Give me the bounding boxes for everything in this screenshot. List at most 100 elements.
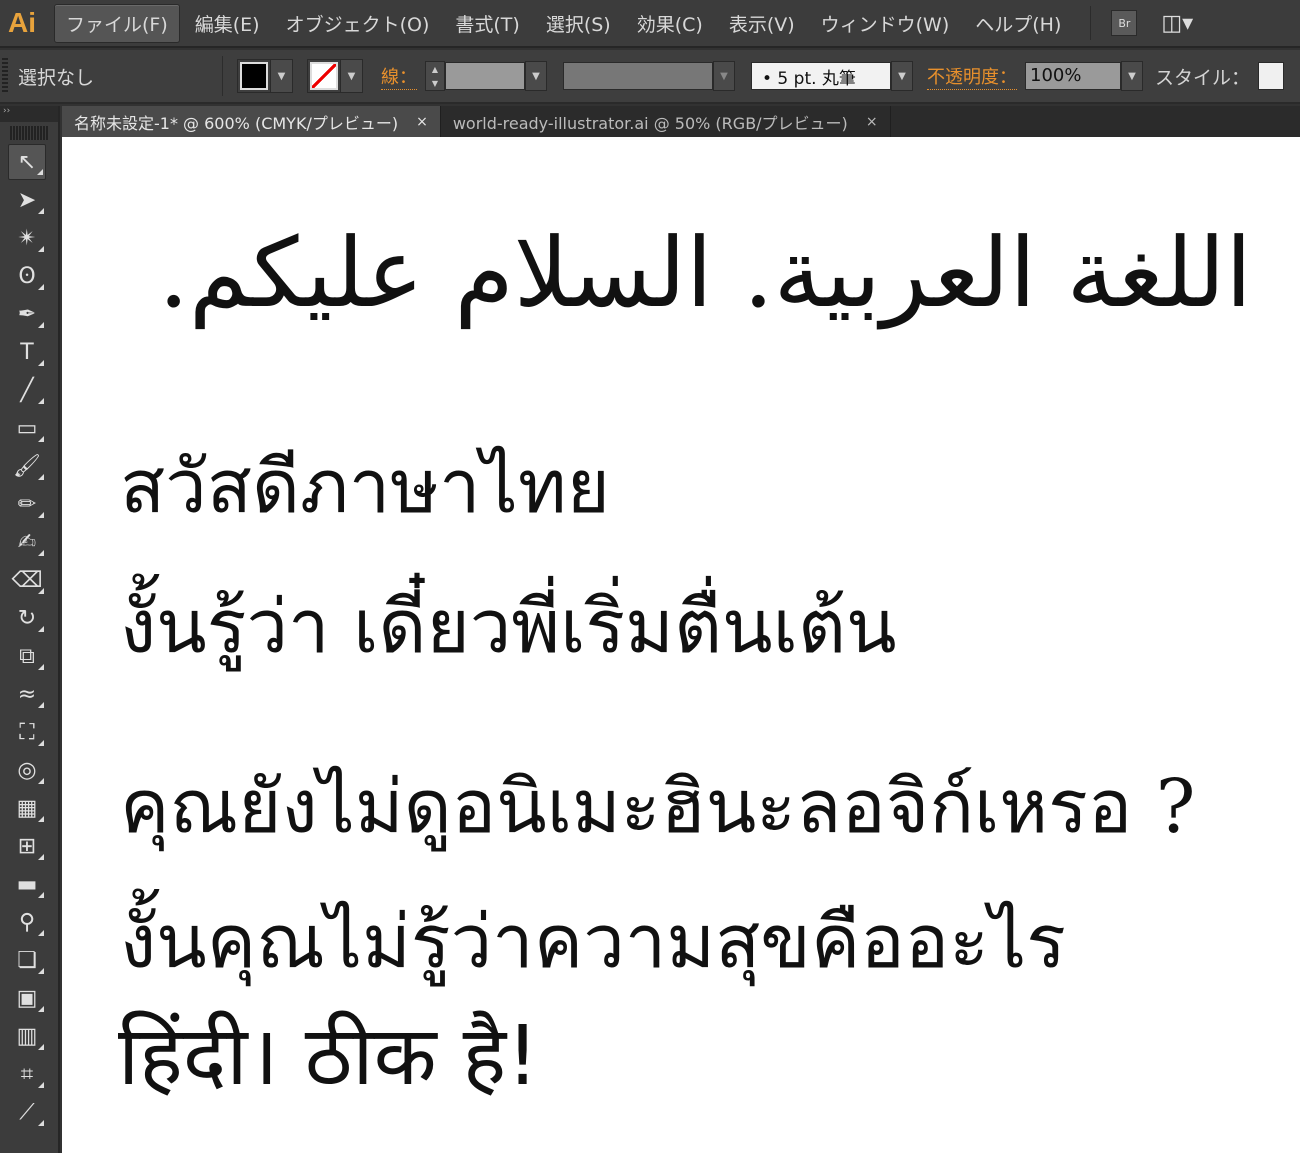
tab-untitled-1[interactable]: 名称未設定-1* @ 600% (CMYK/プレビュー) ×	[62, 106, 441, 137]
magic-wand-icon: ✴	[17, 225, 37, 251]
paintbrush-icon: 🖌	[13, 453, 41, 479]
type-tool-button[interactable]: T	[8, 334, 46, 370]
warp-tool-button[interactable]: ≈	[8, 676, 46, 712]
fill-color-picker[interactable]: ▼	[237, 59, 293, 93]
mesh-tool-button[interactable]: ⊞	[8, 828, 46, 864]
chevron-down-icon: ▼	[713, 61, 735, 91]
fill-swatch[interactable]	[240, 62, 268, 90]
pencil-tool-button[interactable]: ✏	[8, 486, 46, 522]
rectangle-icon: ▭	[16, 415, 38, 441]
perspective-grid-tool-button[interactable]: ▦	[8, 790, 46, 826]
workspace-switcher-icon[interactable]: ◫▾	[1161, 11, 1193, 36]
chevron-down-icon[interactable]: ▼	[525, 61, 547, 91]
artboard-tool-button[interactable]: ⌗	[8, 1056, 46, 1092]
blend-tool-button[interactable]: ❏	[8, 942, 46, 978]
menu-edit[interactable]: 編集(E)	[184, 5, 271, 42]
direct-selection-tool-button[interactable]: ➤	[8, 182, 46, 218]
line-icon: ╱	[20, 377, 34, 403]
thai-text-line-4[interactable]: งั้นคุณไม่รู้ว่าความสุขคืออะไร	[120, 882, 1066, 1000]
tools-panel: ›› ↖ ➤ ✴ ʘ ✒ T ╱ ▭ 🖌 ✏ ✍ ⌫ ↻ ⧉ ≈ ⛶ ◎ ▦ ⊞ ▬ ⚲ ❏ ▣ ▥ ⌗ ⟋	[0, 106, 60, 1153]
variable-width-profile[interactable]	[563, 62, 713, 90]
eraser-icon: ⌫	[11, 567, 43, 593]
symbol-sprayer-icon: ▣	[16, 985, 38, 1011]
column-graph-tool-button[interactable]: ▥	[8, 1018, 46, 1054]
menu-type[interactable]: 書式(T)	[444, 5, 530, 42]
menu-window[interactable]: ウィンドウ(W)	[810, 5, 961, 42]
perspective-grid-icon: ▦	[16, 795, 38, 821]
stroke-weight-stepper[interactable]: ▲ ▼	[425, 61, 445, 91]
close-icon[interactable]: ×	[416, 114, 428, 130]
column-graph-icon: ▥	[16, 1023, 38, 1049]
menu-file[interactable]: ファイル(F)	[54, 3, 180, 43]
lasso-icon: ʘ	[18, 263, 36, 289]
pen-tool-button[interactable]: ✒	[8, 296, 46, 332]
bridge-button[interactable]: Br	[1111, 10, 1138, 36]
free-transform-tool-button[interactable]: ⛶	[8, 714, 46, 750]
selection-tool-button[interactable]: ↖	[8, 144, 46, 180]
style-swatch[interactable]	[1258, 62, 1285, 90]
shape-builder-tool-button[interactable]: ◎	[8, 752, 46, 788]
chevron-down-icon[interactable]: ▼	[1121, 61, 1143, 91]
symbol-sprayer-tool-button[interactable]: ▣	[8, 980, 46, 1016]
stroke-color-picker[interactable]: ▼	[307, 59, 363, 93]
menu-divider	[1090, 6, 1092, 40]
tab-label: world-ready-illustrator.ai @ 50% (RGB/プレ…	[452, 113, 848, 133]
selection-status: 選択なし	[8, 56, 223, 96]
menu-select[interactable]: 選択(S)	[535, 5, 622, 42]
thai-text-line-3[interactable]: คุณยังไม่ดูอนิเมะฮินะลอจิก์เหรอ ?	[120, 747, 1195, 865]
chevron-down-icon[interactable]: ▼	[340, 60, 362, 92]
opacity-input[interactable]: 100%	[1025, 62, 1121, 90]
scale-tool-button[interactable]: ⧉	[8, 638, 46, 674]
app-logo: Ai	[8, 7, 36, 38]
chevron-down-icon[interactable]: ▼	[891, 61, 913, 91]
panel-grip[interactable]	[10, 126, 48, 140]
brush-definition[interactable]: • 5 pt. 丸筆	[751, 62, 891, 90]
hindi-text[interactable]: हिंदी। ठीक है!	[118, 997, 539, 1109]
menu-bar: Ai ファイル(F) 編集(E) オブジェクト(O) 書式(T) 選択(S) 効…	[0, 0, 1300, 48]
type-icon: T	[20, 339, 34, 365]
chevron-down-icon[interactable]: ▼	[270, 60, 292, 92]
slice-icon: ⟋	[19, 1099, 35, 1125]
lasso-tool-button[interactable]: ʘ	[8, 258, 46, 294]
stroke-label[interactable]: 線：	[381, 63, 417, 90]
thai-text-line-2[interactable]: งั้นรู้ว่า เดี๋ยวพี่เริ่มตื่นเต้น	[120, 567, 897, 685]
magic-wand-tool-button[interactable]: ✴	[8, 220, 46, 256]
pen-icon: ✒	[17, 301, 37, 327]
direct-selection-icon: ➤	[17, 187, 37, 213]
rotate-tool-button[interactable]: ↻	[8, 600, 46, 636]
opacity-label[interactable]: 不透明度：	[927, 63, 1017, 90]
selection-icon: ↖	[17, 149, 37, 175]
eyedropper-icon: ⚲	[18, 909, 36, 935]
menu-view[interactable]: 表示(V)	[718, 5, 806, 42]
artboard-icon: ⌗	[20, 1061, 34, 1087]
tab-world-ready-illustrator[interactable]: world-ready-illustrator.ai @ 50% (RGB/プレ…	[441, 106, 891, 137]
artboard-canvas[interactable]: اللغة العربية. السلام عليكم. สวัสดีภาษาไ…	[62, 137, 1300, 1153]
slice-tool-button[interactable]: ⟋	[8, 1094, 46, 1130]
warp-icon: ≈	[17, 681, 37, 707]
shape-builder-icon: ◎	[17, 757, 37, 783]
stroke-weight-input[interactable]	[445, 62, 525, 90]
line-tool-button[interactable]: ╱	[8, 372, 46, 408]
stroke-none-swatch[interactable]	[310, 62, 338, 90]
arabic-text[interactable]: اللغة العربية. السلام عليكم.	[158, 217, 1252, 329]
close-icon[interactable]: ×	[866, 114, 878, 130]
eyedropper-tool-button[interactable]: ⚲	[8, 904, 46, 940]
paintbrush-tool-button[interactable]: 🖌	[8, 448, 46, 484]
thai-text-line-1[interactable]: สวัสดีภาษาไทย	[120, 427, 610, 545]
scale-icon: ⧉	[19, 643, 35, 669]
gradient-tool-button[interactable]: ▬	[8, 866, 46, 902]
rectangle-tool-button[interactable]: ▭	[8, 410, 46, 446]
rotate-icon: ↻	[17, 605, 37, 631]
eraser-tool-button[interactable]: ⌫	[8, 562, 46, 598]
menu-help[interactable]: ヘルプ(H)	[964, 5, 1072, 42]
blob-brush-tool-button[interactable]: ✍	[8, 524, 46, 560]
panel-collapse-button[interactable]: ››	[0, 106, 58, 122]
menu-effect[interactable]: 効果(C)	[626, 5, 714, 42]
free-transform-icon: ⛶	[19, 719, 35, 745]
menu-object[interactable]: オブジェクト(O)	[275, 5, 441, 42]
mesh-icon: ⊞	[17, 833, 37, 859]
blend-icon: ❏	[17, 947, 37, 973]
blob-brush-icon: ✍	[17, 529, 37, 555]
gradient-icon: ▬	[16, 871, 38, 897]
style-label: スタイル：	[1155, 66, 1251, 89]
